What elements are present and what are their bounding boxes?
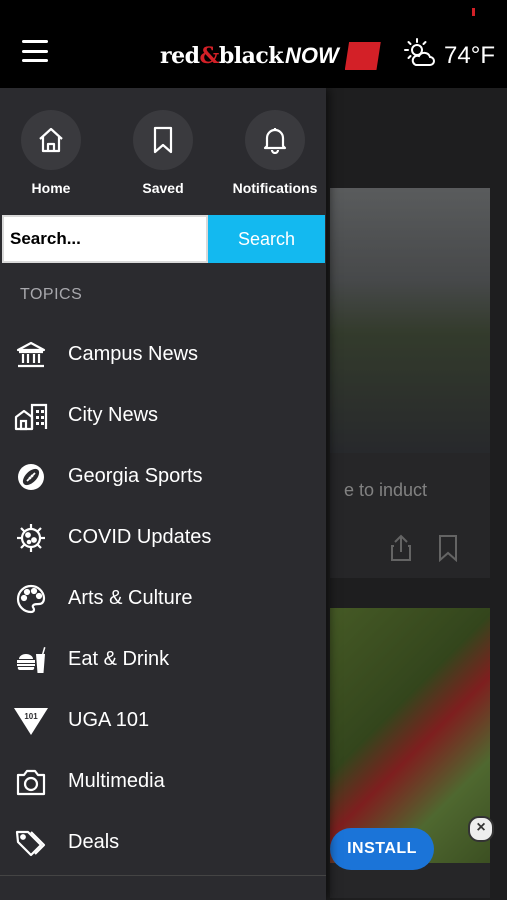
topic-label: Arts & Culture [68,587,193,609]
camera-icon [0,767,68,797]
bookmark-icon [133,110,193,170]
quick-link-home[interactable]: Home [0,110,107,196]
quick-link-saved[interactable]: Saved [107,110,219,196]
status-indicator [472,8,475,16]
city-buildings-icon [0,401,68,431]
topic-label: Multimedia [68,770,165,792]
quick-link-label: Home [31,180,71,196]
topic-uga-101[interactable]: 101 UGA 101 [0,690,326,751]
tags-icon [0,828,68,858]
search-button[interactable]: Search [208,215,325,263]
svg-text:101: 101 [24,712,38,721]
topic-multimedia[interactable]: Multimedia [0,751,326,812]
quick-link-label: Saved [142,180,184,196]
topic-label: UGA 101 [68,709,150,731]
weather-widget[interactable]: 74°F [404,38,495,73]
brand-flag [344,42,381,70]
topics-list: Campus News City News Georgia Sports COV… [0,324,326,873]
menu-icon[interactable] [22,40,48,62]
sun-cloud-icon [404,38,436,73]
brand-now: NOW [285,43,339,68]
quick-link-notifications[interactable]: Notifications [219,110,331,196]
topic-label: Deals [68,831,120,853]
topic-label: COVID Updates [68,526,212,548]
topic-label: City News [68,404,159,426]
topic-georgia-sports[interactable]: Georgia Sports [0,446,326,507]
bell-icon [245,110,305,170]
topic-city-news[interactable]: City News [0,385,326,446]
football-icon [0,462,68,492]
topic-campus-news[interactable]: Campus News [0,324,326,385]
temperature: 74°F [444,41,495,69]
uga-101-pennant-icon: 101 [0,706,68,736]
food-drink-icon [0,644,68,676]
virus-icon [0,521,68,555]
topics-heading: TOPICS [20,286,83,303]
topic-covid-updates[interactable]: COVID Updates [0,507,326,568]
brand-wordmark: red&black [160,43,284,69]
install-button[interactable]: INSTALL [330,828,434,870]
close-icon[interactable]: × [468,816,494,842]
app-header: red&black NOW 74°F [0,0,507,88]
topic-label: Campus News [68,343,199,365]
palette-icon [0,583,68,615]
navigation-drawer: Home Saved Notifications Search TOPICS C… [0,88,326,900]
topic-label: Georgia Sports [68,465,203,487]
quick-link-label: Notifications [232,180,318,196]
topic-deals[interactable]: Deals [0,812,326,873]
topic-label: Eat & Drink [68,648,170,670]
topic-arts-culture[interactable]: Arts & Culture [0,568,326,629]
topic-eat-drink[interactable]: Eat & Drink [0,629,326,690]
search-input[interactable] [2,215,208,263]
brand-logo[interactable]: red&black NOW [160,40,381,72]
building-columns-icon [0,340,68,370]
search-bar: Search [2,215,325,263]
drawer-divider [0,875,326,876]
home-icon [21,110,81,170]
